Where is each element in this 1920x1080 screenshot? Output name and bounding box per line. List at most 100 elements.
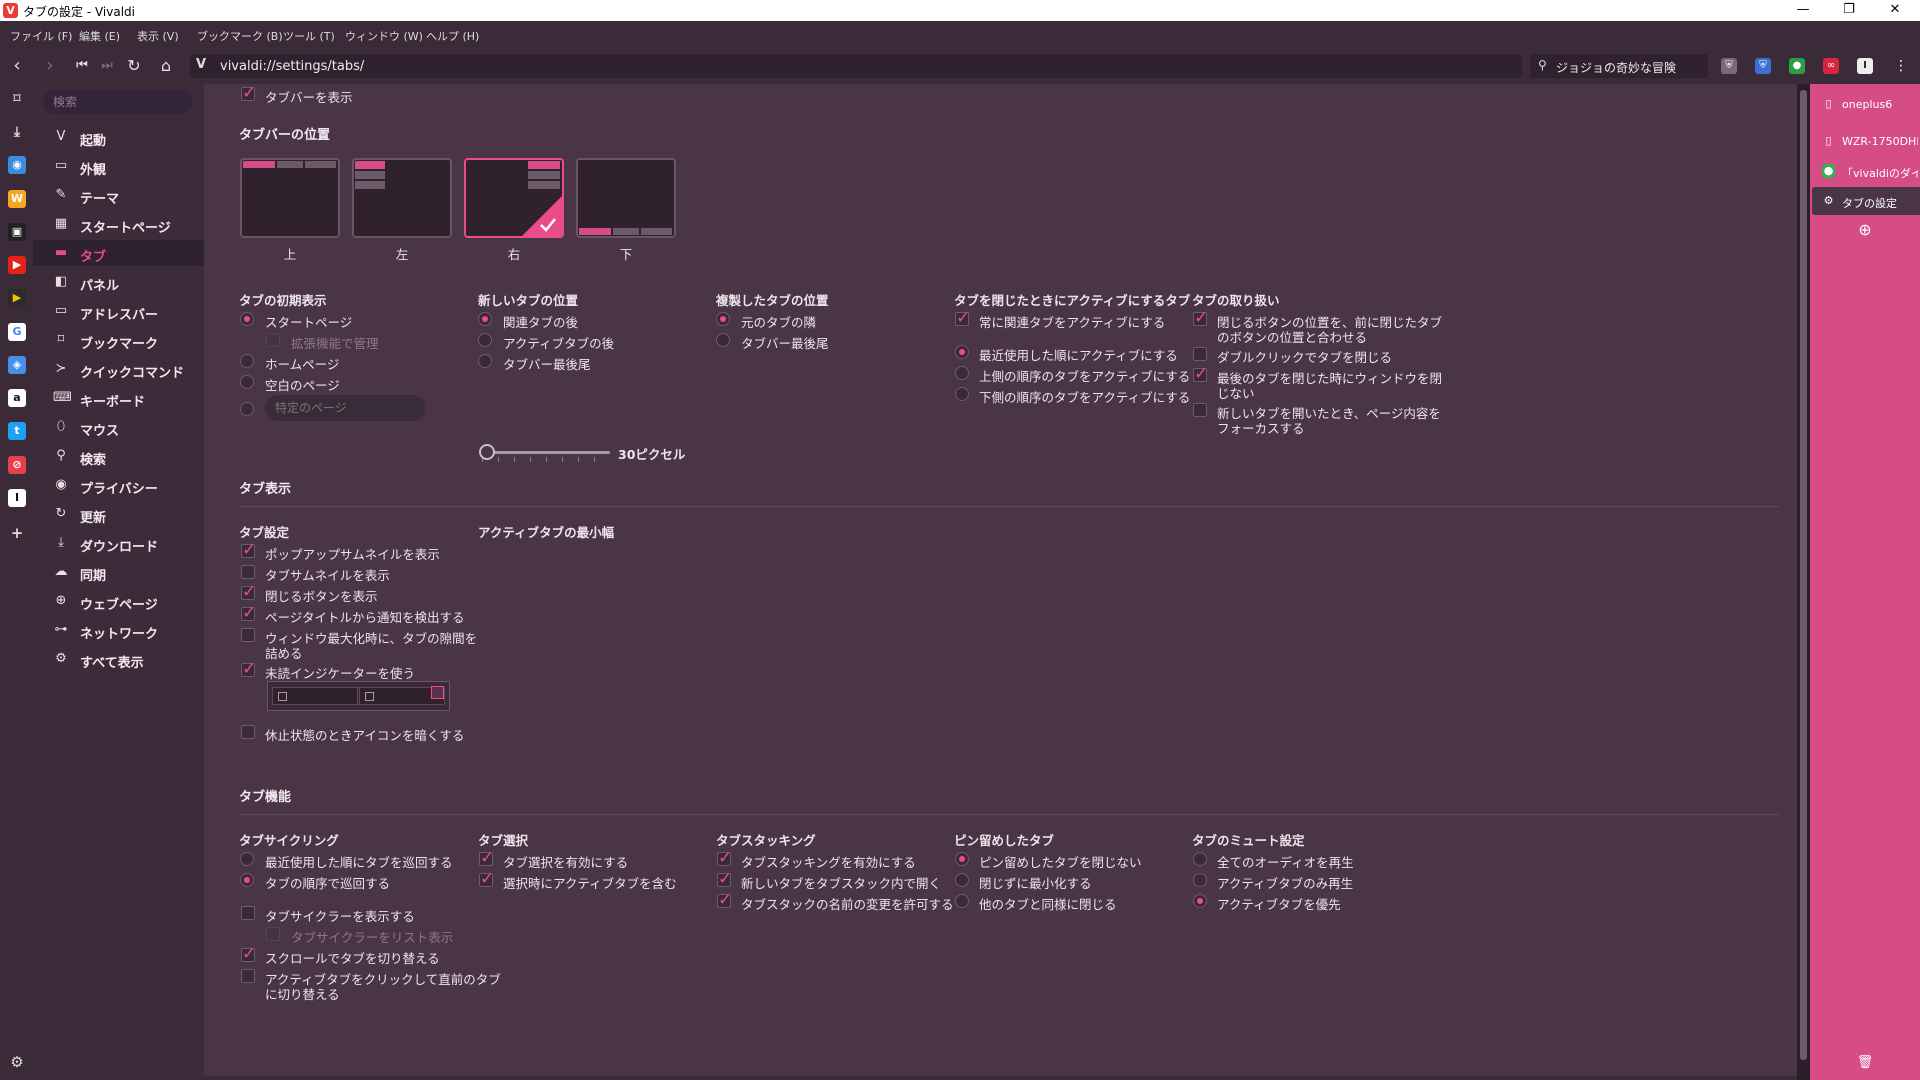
nav-item-appearance[interactable]: ▭ 外観 xyxy=(33,153,204,179)
position-bottom-option[interactable] xyxy=(576,158,676,238)
keep-window-checkbox[interactable] xyxy=(1193,364,1208,384)
nav-item-keyboard[interactable]: ⌨ キーボード xyxy=(33,385,204,411)
pinned-close-radio[interactable] xyxy=(955,894,969,908)
initial-home-radio[interactable] xyxy=(240,354,254,368)
dup-end-radio[interactable] xyxy=(716,333,730,347)
search-field[interactable]: ⚲ ジョジョの奇妙な冒険 xyxy=(1530,54,1708,78)
menu-view[interactable]: 表示 (V) xyxy=(137,28,179,44)
tab-item[interactable]: ▯ WZR-1750DHP xyxy=(1812,127,1920,155)
menu-tools[interactable]: ツール (T) xyxy=(283,28,335,44)
position-top-option[interactable] xyxy=(240,158,340,238)
click-active-prev-checkbox[interactable] xyxy=(241,969,255,983)
evernote-extension-icon[interactable]: ● xyxy=(1789,58,1805,74)
nav-item-sync[interactable]: ☁ 同期 xyxy=(33,559,204,585)
menu-file[interactable]: ファイル (F) xyxy=(10,28,72,44)
min-width-slider-thumb[interactable] xyxy=(479,444,495,460)
nav-item-network[interactable]: ⊶ ネットワーク xyxy=(33,617,204,643)
nav-item-privacy[interactable]: ◉ プライバシー xyxy=(33,472,204,498)
dim-hibernated-checkbox[interactable] xyxy=(241,725,255,739)
tab-item[interactable]: ▯ oneplus6 xyxy=(1812,90,1920,118)
rename-stack-checkbox[interactable] xyxy=(717,890,732,910)
add-panel-icon[interactable]: + xyxy=(8,524,26,542)
google-panel-icon[interactable]: G xyxy=(8,323,26,341)
bitwarden-extension-icon[interactable]: ⛨ xyxy=(1755,58,1771,74)
youtube-panel-icon[interactable]: ▶ xyxy=(8,256,26,274)
mute-play-all-radio[interactable] xyxy=(1193,852,1207,866)
nav-item-update[interactable]: ↻ 更新 xyxy=(33,501,204,527)
new-tab-end-radio[interactable] xyxy=(478,354,492,368)
remove-gap-checkbox[interactable] xyxy=(241,628,255,642)
settings-search-input[interactable] xyxy=(43,90,183,114)
detect-notification-checkbox[interactable] xyxy=(241,603,256,623)
initial-specific-radio[interactable] xyxy=(240,402,254,416)
trash-icon[interactable]: 🗑 xyxy=(1856,1054,1874,1072)
new-tab-after-active-radio[interactable] xyxy=(478,333,492,347)
ext-manage-checkbox[interactable] xyxy=(266,333,280,347)
rewind-icon[interactable]: ⏮ xyxy=(70,54,94,78)
downloads-panel-icon[interactable]: ⤓ xyxy=(8,123,26,141)
twitter-panel-icon[interactable]: t xyxy=(8,422,26,440)
menu-help[interactable]: ヘルプ (H) xyxy=(426,28,479,44)
new-tab-button[interactable]: ⊕ xyxy=(1856,221,1874,239)
restore-button[interactable]: ❐ xyxy=(1826,0,1872,21)
new-tab-related-radio[interactable] xyxy=(478,312,492,326)
forward-icon[interactable]: › xyxy=(38,54,62,78)
app-panel-icon[interactable]: ◈ xyxy=(8,356,26,374)
nav-item-show-all[interactable]: ⚙ すべて表示 xyxy=(33,646,204,672)
nav-item-panels[interactable]: ◧ パネル xyxy=(33,269,204,295)
scroll-switch-checkbox[interactable] xyxy=(241,944,256,964)
always-related-checkbox[interactable] xyxy=(955,308,970,328)
specific-page-input[interactable] xyxy=(265,395,425,421)
tab-item-active[interactable]: ⚙ タブの設定 xyxy=(1812,187,1920,215)
reload-icon[interactable]: ↻ xyxy=(122,54,146,78)
nav-item-tabs[interactable]: ▬ タブ xyxy=(33,240,204,266)
tab-item[interactable]: ● 「vivaldiのダイレ xyxy=(1812,157,1920,185)
popup-thumbnail-checkbox[interactable] xyxy=(241,540,256,560)
nav-item-webpages[interactable]: ⊕ ウェブページ xyxy=(33,588,204,614)
open-in-stack-checkbox[interactable] xyxy=(717,869,732,889)
pinned-keep-radio[interactable] xyxy=(955,852,969,866)
menu-more-icon[interactable]: ⋮ xyxy=(1893,58,1909,74)
nav-item-quick-commands[interactable]: ≻ クイックコマンド xyxy=(33,356,204,382)
url-field[interactable]: V vivaldi://settings/tabs/ xyxy=(190,54,1522,78)
amazon-panel-icon[interactable]: a xyxy=(8,389,26,407)
close-recent-radio[interactable] xyxy=(955,345,969,359)
nav-item-bookmarks[interactable]: ⌑ ブックマーク xyxy=(33,327,204,353)
play-panel-icon[interactable]: ▶ xyxy=(8,289,26,307)
fast-forward-icon[interactable]: ⏭ xyxy=(95,54,119,78)
home-icon[interactable]: ⌂ xyxy=(154,54,178,78)
bookmarks-panel-icon[interactable]: ⌑ xyxy=(8,90,26,108)
settings-search[interactable] xyxy=(43,90,193,114)
position-right-option[interactable] xyxy=(464,158,564,238)
mute-active-only-radio[interactable] xyxy=(1193,873,1207,887)
nav-item-start-page[interactable]: ▦ スタートページ xyxy=(33,211,204,237)
wiki-panel-icon[interactable]: W xyxy=(8,190,26,208)
enable-stacking-checkbox[interactable] xyxy=(717,848,732,868)
nav-item-addressbar[interactable]: ▭ アドレスバー xyxy=(33,298,204,324)
unread-indicator-checkbox[interactable] xyxy=(241,659,256,679)
pinned-minimize-radio[interactable] xyxy=(955,873,969,887)
cycler-list-checkbox[interactable] xyxy=(266,927,280,941)
video-panel-icon[interactable]: ▣ xyxy=(8,223,26,241)
menu-window[interactable]: ウィンドウ (W) xyxy=(345,28,423,44)
show-close-button-checkbox[interactable] xyxy=(241,582,256,602)
close-upper-radio[interactable] xyxy=(955,366,969,380)
cycle-order-radio[interactable] xyxy=(240,873,254,887)
settings-gear-icon[interactable]: ⚙ xyxy=(8,1053,26,1071)
content-scrollbar[interactable] xyxy=(1797,84,1810,1080)
double-click-close-checkbox[interactable] xyxy=(1193,347,1207,361)
menu-bookmarks[interactable]: ブックマーク (B) xyxy=(197,28,283,44)
position-left-option[interactable] xyxy=(352,158,452,238)
nav-item-startup[interactable]: V 起動 xyxy=(33,124,204,150)
close-button-position-checkbox[interactable] xyxy=(1193,308,1208,328)
instapaper-panel-icon[interactable]: I xyxy=(8,489,26,507)
nav-item-downloads[interactable]: ⤓ ダウンロード xyxy=(33,530,204,556)
close-lower-radio[interactable] xyxy=(955,387,969,401)
focus-page-checkbox[interactable] xyxy=(1193,403,1207,417)
close-button[interactable]: ✕ xyxy=(1872,0,1918,21)
minimize-button[interactable]: — xyxy=(1780,0,1826,21)
compass-panel-icon[interactable]: ⊘ xyxy=(8,456,26,474)
include-active-checkbox[interactable] xyxy=(479,869,494,889)
min-width-slider[interactable] xyxy=(480,451,610,454)
nav-item-mouse[interactable]: ⬯ マウス xyxy=(33,414,204,440)
